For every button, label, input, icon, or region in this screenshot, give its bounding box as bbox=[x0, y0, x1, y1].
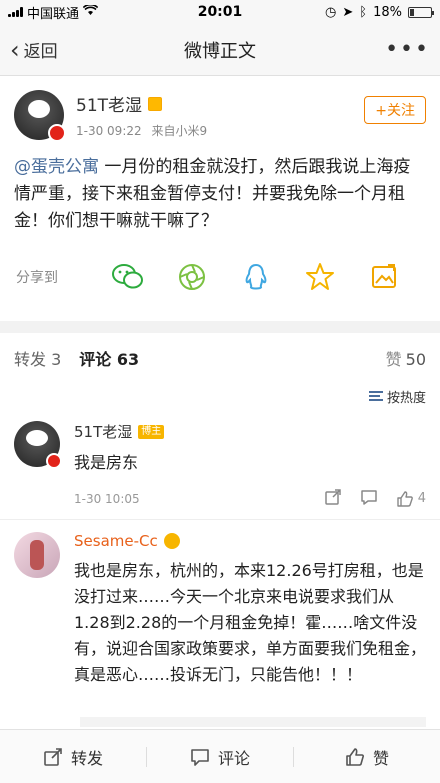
post: 51T老湿 1-30 09:22 来自小米9 +关注 @蛋壳公寓 一月份的租金就… bbox=[0, 76, 440, 297]
tab-likes-label: 赞 bbox=[385, 350, 402, 369]
bottom-toolbar: 转发 评论 赞 bbox=[0, 729, 440, 783]
mention-link[interactable]: @蛋壳公寓 bbox=[14, 157, 99, 177]
post-author: 51T老湿 1-30 09:22 来自小米9 +关注 bbox=[14, 90, 426, 142]
chevron-left-icon: ‹ bbox=[10, 35, 20, 64]
share-bar: 分享到 bbox=[14, 257, 426, 297]
vip-icon bbox=[148, 96, 163, 111]
follow-button[interactable]: +关注 bbox=[364, 96, 426, 124]
comment-author[interactable]: Sesame-Cc bbox=[74, 532, 158, 550]
reply-preview-strip bbox=[80, 717, 426, 727]
nav-bar: ‹ 返回 微博正文 ••• bbox=[0, 24, 440, 76]
list-item: Sesame-Cc 我也是房东，杭州的，本来12.26号打房租，也是没打过来……… bbox=[0, 520, 440, 698]
page-title: 微博正文 bbox=[184, 40, 256, 62]
post-source: 来自小米9 bbox=[151, 124, 208, 138]
wifi-icon bbox=[82, 3, 99, 20]
bluetooth-icon: ᛒ bbox=[359, 4, 368, 20]
post-content: @蛋壳公寓 一月份的租金就没打，然后跟我说上海疫情严重，接下来租金暂停支付！并要… bbox=[14, 154, 426, 235]
sort-icon bbox=[368, 391, 383, 401]
comment-text: 我是房东 bbox=[74, 453, 139, 472]
comment-icon bbox=[191, 748, 209, 766]
tab-likes[interactable]: 赞 50 bbox=[386, 346, 426, 370]
more-button[interactable]: ••• bbox=[385, 37, 430, 62]
status-bar: 中国联通 20:01 ◷ ➤ ᛒ 18% bbox=[0, 0, 440, 24]
comment-text: 我也是房东，杭州的，本来12.26号打房租，也是没打过来……今天一个北京来电说要… bbox=[74, 561, 427, 684]
battery-percent: 18% bbox=[373, 4, 402, 20]
verified-badge-icon bbox=[46, 453, 62, 469]
wechat-icon[interactable] bbox=[96, 262, 160, 292]
location-icon: ➤ bbox=[342, 4, 354, 20]
tab-likes-count: 50 bbox=[405, 350, 426, 369]
repost-label: 转发 bbox=[70, 748, 103, 768]
share-comment-icon[interactable] bbox=[324, 488, 342, 509]
tab-repost[interactable]: 转发 3 bbox=[14, 346, 61, 370]
repost-button[interactable]: 转发 bbox=[0, 745, 146, 769]
like-post-button[interactable]: 赞 bbox=[294, 745, 440, 769]
tab-comment[interactable]: 评论 63 bbox=[79, 346, 139, 370]
post-time: 1-30 09:22 bbox=[76, 124, 142, 138]
author-name[interactable]: 51T老湿 bbox=[76, 91, 142, 116]
verified-badge-icon bbox=[48, 124, 66, 142]
comment-button[interactable]: 评论 bbox=[147, 745, 293, 769]
sort-toggle[interactable]: 按热度 bbox=[0, 383, 440, 409]
avatar[interactable] bbox=[14, 90, 66, 142]
reply-icon[interactable] bbox=[360, 488, 378, 509]
fan-badge-icon bbox=[163, 533, 180, 549]
thumb-up-icon bbox=[397, 490, 413, 507]
carrier-label: 中国联通 bbox=[27, 6, 80, 22]
author-tag: 博主 bbox=[138, 424, 165, 439]
back-button[interactable]: ‹ 返回 bbox=[10, 35, 58, 64]
avatar[interactable] bbox=[14, 421, 62, 469]
back-label: 返回 bbox=[23, 42, 58, 62]
share-label: 分享到 bbox=[16, 270, 58, 286]
comment-author[interactable]: 51T老湿 bbox=[74, 421, 132, 442]
comment-tabs: 转发 3 评论 63 赞 50 bbox=[0, 333, 440, 383]
image-share-icon[interactable] bbox=[352, 262, 416, 292]
like-button[interactable]: 4 bbox=[396, 490, 426, 508]
comment-label: 评论 bbox=[217, 748, 250, 768]
thumb-up-icon bbox=[346, 747, 364, 766]
list-item: 51T老湿 博主 我是房东 1-30 10:05 4 bbox=[0, 409, 440, 520]
qq-icon[interactable] bbox=[224, 262, 288, 292]
like-label: 赞 bbox=[372, 748, 389, 768]
sort-label: 按热度 bbox=[386, 390, 426, 406]
comment-time: 1-30 10:05 bbox=[74, 491, 140, 506]
post-meta: 1-30 09:22 来自小米9 bbox=[76, 122, 207, 139]
battery-icon bbox=[408, 6, 434, 18]
alarm-icon: ◷ bbox=[325, 4, 337, 20]
avatar[interactable] bbox=[14, 532, 60, 578]
signal-icon bbox=[8, 7, 23, 17]
repost-icon bbox=[44, 747, 62, 766]
like-count: 4 bbox=[417, 491, 426, 506]
moments-icon[interactable] bbox=[160, 262, 224, 292]
section-divider bbox=[0, 321, 440, 333]
qzone-icon[interactable] bbox=[288, 262, 352, 292]
